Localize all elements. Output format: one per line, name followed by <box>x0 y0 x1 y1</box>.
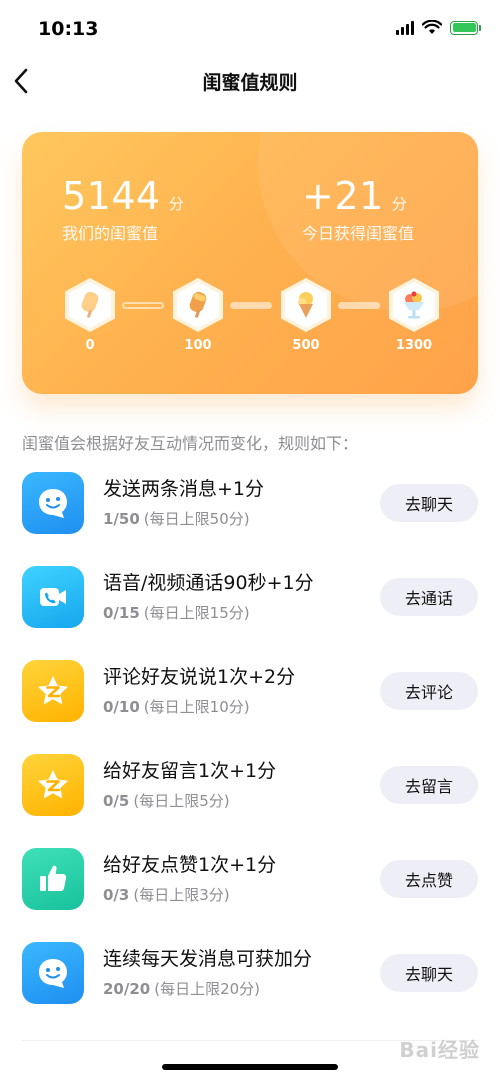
rule-progress: 1/50 (每日上限50分) <box>103 508 250 529</box>
ice-cream-cone-icon <box>298 292 313 318</box>
status-bar: 10:13 <box>0 0 500 58</box>
milestone-label: 100 <box>184 338 212 353</box>
milestone-1300: 1300 <box>387 278 441 353</box>
total-value-stat: 5144 分 我们的闺蜜值 <box>62 174 184 244</box>
milestone-connector <box>122 302 164 309</box>
milestone-100: 100 <box>171 278 225 353</box>
milestone-label: 0 <box>85 338 95 353</box>
go-call-button[interactable]: 去通话 <box>380 578 478 616</box>
total-value: 5144 <box>62 174 161 218</box>
rule-limit: (每日上限5分) <box>133 792 230 810</box>
qzone-app-icon <box>22 754 84 816</box>
rule-progress: 0/10 (每日上限10分) <box>103 696 250 717</box>
chat-icon <box>39 959 67 988</box>
milestone-500: 500 <box>279 278 333 353</box>
status-time: 10:13 <box>38 18 99 40</box>
rule-progress: 0/3 (每日上限3分) <box>103 884 230 905</box>
call-app-icon <box>22 566 84 628</box>
rule-limit: (每日上限3分) <box>133 886 230 904</box>
rule-limit: (每日上限20分) <box>154 980 261 998</box>
qzone-app-icon <box>22 660 84 722</box>
go-like-button[interactable]: 去点赞 <box>380 860 478 898</box>
rule-item: 连续每天发消息可获加分 20/20 (每日上限20分) 去聊天 <box>0 942 500 1036</box>
milestone-label: 1300 <box>395 338 433 353</box>
rule-item: 评论好友说说1次+2分 0/10 (每日上限10分) 去评论 <box>0 660 500 754</box>
rule-count: 0/15 <box>103 604 140 622</box>
rule-title: 发送两条消息+1分 <box>103 478 265 500</box>
rule-count: 0/3 <box>103 886 130 904</box>
go-chat-button[interactable]: 去聊天 <box>380 484 478 522</box>
page-title: 闺蜜值规则 <box>202 72 298 94</box>
watermark: Bai经验 <box>399 1038 480 1062</box>
nav-bar: 闺蜜值规则 <box>0 58 500 104</box>
rule-progress: 20/20 (每日上限20分) <box>103 978 260 999</box>
today-value: +21 <box>302 174 384 218</box>
like-app-icon <box>22 848 84 910</box>
rule-title: 给好友点赞1次+1分 <box>103 854 277 876</box>
rule-title: 给好友留言1次+1分 <box>103 760 277 782</box>
go-chat-button[interactable]: 去聊天 <box>380 954 478 992</box>
milestone-0: 0 <box>63 278 117 353</box>
battery-icon <box>450 20 481 35</box>
milestone-label: 500 <box>292 338 320 353</box>
home-indicator <box>162 1064 338 1070</box>
milestone-progress: 0 100 500 1300 <box>22 278 478 358</box>
rules-intro: 闺蜜值会根据好友互动情况而变化，规则如下： <box>22 434 359 453</box>
sundae-icon <box>404 291 424 319</box>
signal-icon <box>396 20 414 35</box>
go-comment-button[interactable]: 去评论 <box>380 672 478 710</box>
rule-count: 1/50 <box>103 510 140 528</box>
go-message-button[interactable]: 去留言 <box>380 766 478 804</box>
rule-title: 评论好友说说1次+2分 <box>103 666 296 688</box>
milestone-connector <box>230 302 272 309</box>
rule-title: 连续每天发消息可获加分 <box>103 948 313 970</box>
total-label: 我们的闺蜜值 <box>62 224 159 243</box>
milestone-connector <box>338 302 380 309</box>
today-value-stat: +21 分 今日获得闺蜜值 <box>302 174 414 244</box>
rule-item: 发送两条消息+1分 1/50 (每日上限50分) 去聊天 <box>0 472 500 566</box>
qzone-star-icon <box>38 676 68 705</box>
video-call-icon <box>40 588 66 606</box>
thumbs-up-icon <box>40 865 67 891</box>
rule-limit: (每日上限10分) <box>143 698 250 716</box>
rule-item: 给好友点赞1次+1分 0/3 (每日上限3分) 去点赞 <box>0 848 500 942</box>
status-icons <box>396 20 481 35</box>
rule-item: 语音/视频通话90秒+1分 0/15 (每日上限15分) 去通话 <box>0 566 500 660</box>
today-unit: 分 <box>391 195 407 213</box>
wifi-icon <box>422 20 442 34</box>
rule-progress: 0/5 (每日上限5分) <box>103 790 230 811</box>
total-unit: 分 <box>168 195 184 213</box>
rule-progress: 0/15 (每日上限15分) <box>103 602 250 623</box>
rule-limit: (每日上限50分) <box>143 510 250 528</box>
popsicle-icon <box>81 291 99 318</box>
summary-card: 5144 分 我们的闺蜜值 +21 分 今日获得闺蜜值 0 100 500 13… <box>22 132 478 394</box>
chat-app-icon <box>22 942 84 1004</box>
chat-app-icon <box>22 472 84 534</box>
rule-limit: (每日上限15分) <box>143 604 250 622</box>
chat-icon <box>39 489 67 518</box>
rule-count: 20/20 <box>103 980 151 998</box>
rule-count: 0/5 <box>103 792 130 810</box>
rule-count: 0/10 <box>103 698 140 716</box>
rule-item: 给好友留言1次+1分 0/5 (每日上限5分) 去留言 <box>0 754 500 848</box>
today-label: 今日获得闺蜜值 <box>302 224 415 243</box>
ice-pop-icon <box>189 291 207 318</box>
rule-title: 语音/视频通话90秒+1分 <box>103 572 314 594</box>
qzone-star-icon <box>38 770 68 799</box>
